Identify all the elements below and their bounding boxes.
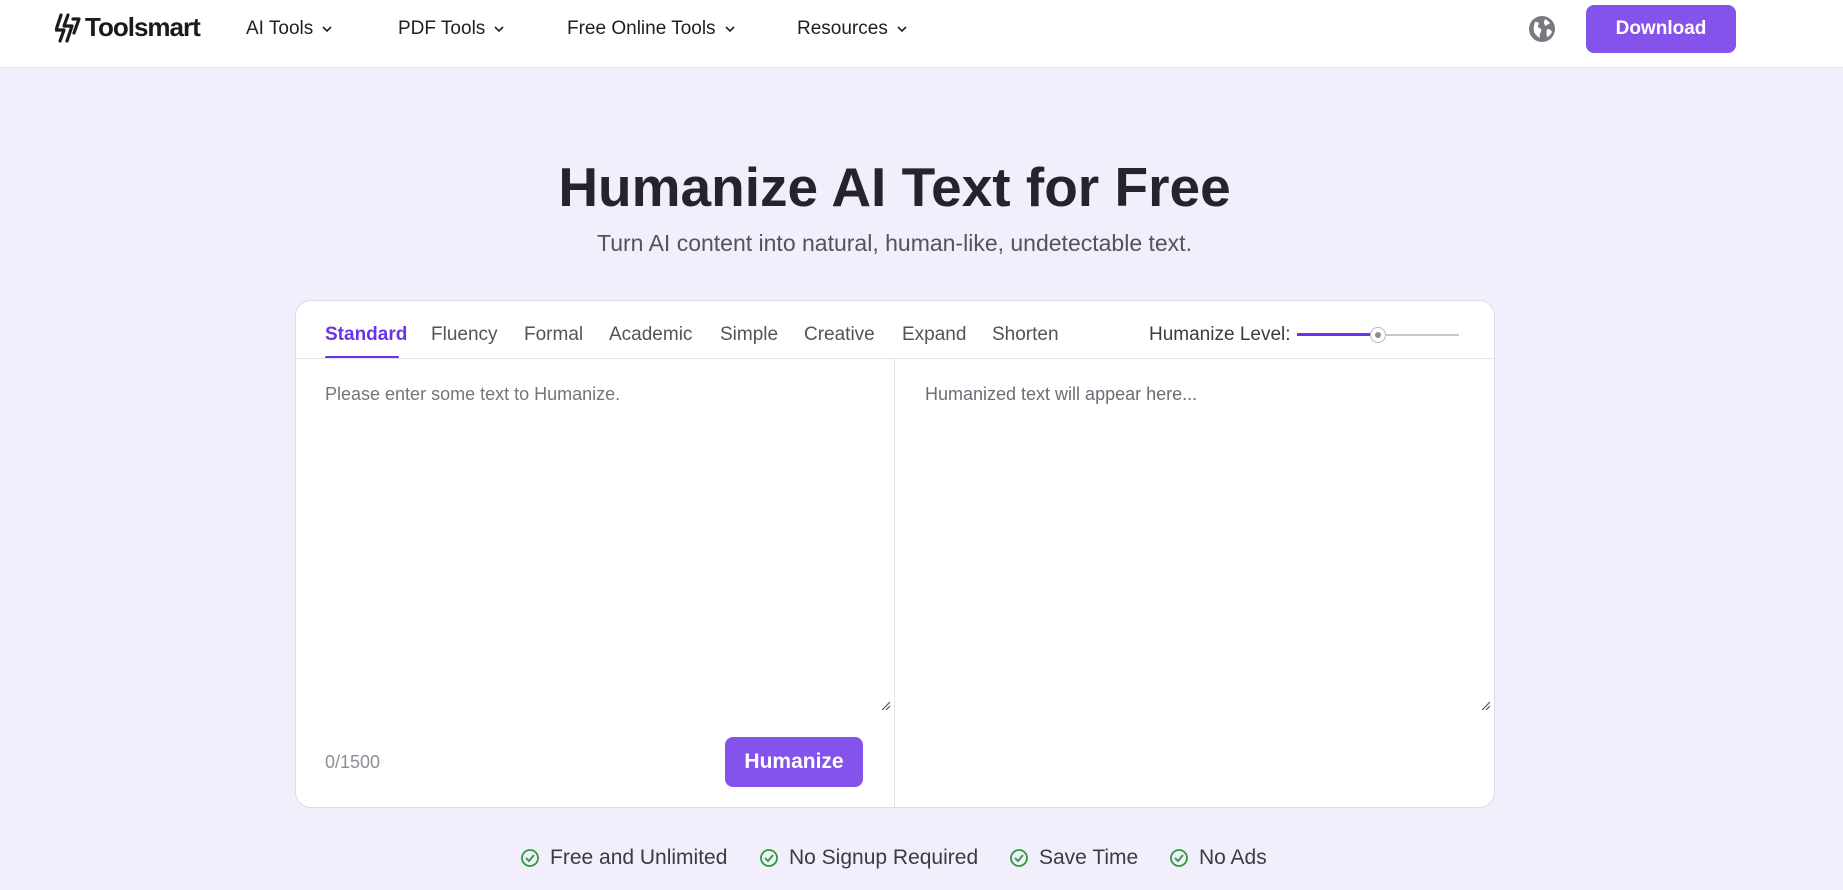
nav-label: PDF Tools bbox=[398, 18, 486, 39]
check-circle-icon bbox=[521, 849, 539, 867]
humanize-button[interactable]: Humanize bbox=[725, 737, 863, 787]
page-title: Humanize AI Text for Free bbox=[558, 156, 1231, 218]
check-circle-icon bbox=[1170, 849, 1188, 867]
tab-academic[interactable]: Academic bbox=[609, 324, 692, 346]
resize-grip-icon[interactable] bbox=[881, 701, 891, 711]
tab-formal[interactable]: Formal bbox=[524, 324, 583, 346]
tab-fluency[interactable]: Fluency bbox=[431, 324, 498, 346]
nav-free-online-tools[interactable]: Free Online Tools bbox=[567, 18, 736, 40]
chevron-down-icon bbox=[897, 26, 907, 33]
feature-label: Free and Unlimited bbox=[550, 846, 728, 869]
input-text-area[interactable] bbox=[325, 384, 885, 714]
humanize-level-fill bbox=[1297, 333, 1378, 336]
check-circle-icon bbox=[760, 849, 778, 867]
tab-standard[interactable]: Standard bbox=[325, 324, 407, 346]
chevron-down-icon bbox=[724, 26, 735, 33]
output-text-area: Humanized text will appear here... bbox=[925, 384, 1198, 404]
chevron-down-icon bbox=[494, 26, 504, 33]
humanize-level-label: Humanize Level: bbox=[1149, 324, 1291, 345]
logo[interactable]: Toolsmart bbox=[55, 12, 201, 43]
nav-pdf-tools[interactable]: PDF Tools bbox=[398, 18, 505, 40]
nav-resources[interactable]: Resources bbox=[797, 18, 908, 40]
feature-label: Save Time bbox=[1039, 846, 1139, 869]
feature-item: No Ads bbox=[1169, 846, 1267, 870]
toolsmart-logo-icon bbox=[55, 12, 81, 43]
feature-label: No Signup Required bbox=[789, 846, 979, 869]
check-circle-icon bbox=[1010, 849, 1028, 867]
download-button[interactable]: Download bbox=[1586, 5, 1736, 53]
card-divider bbox=[296, 358, 1494, 359]
feature-label: No Ads bbox=[1199, 846, 1267, 869]
panel-divider bbox=[894, 359, 895, 807]
tab-shorten[interactable]: Shorten bbox=[992, 324, 1059, 346]
top-header: Toolsmart AI Tools PDF Tools Free Online… bbox=[0, 0, 1843, 68]
feature-item: Free and Unlimited bbox=[520, 846, 727, 870]
nav-ai-tools[interactable]: AI Tools bbox=[246, 18, 333, 40]
feature-item: Save Time bbox=[1009, 846, 1138, 870]
tab-expand[interactable]: Expand bbox=[902, 324, 966, 346]
feature-item: No Signup Required bbox=[759, 846, 978, 870]
tab-creative[interactable]: Creative bbox=[804, 324, 875, 346]
nav-label: Free Online Tools bbox=[567, 18, 716, 39]
character-counter: 0/1500 bbox=[325, 752, 381, 772]
humanize-level-thumb[interactable] bbox=[1370, 327, 1386, 343]
page-subtitle: Turn AI content into natural, human-like… bbox=[597, 230, 1192, 256]
nav-label: Resources bbox=[797, 18, 888, 39]
logo-text: Toolsmart bbox=[85, 12, 201, 42]
chevron-down-icon bbox=[322, 26, 332, 33]
resize-grip-icon[interactable] bbox=[1481, 701, 1491, 711]
tab-simple[interactable]: Simple bbox=[720, 324, 778, 346]
globe-icon[interactable] bbox=[1527, 14, 1557, 44]
nav-label: AI Tools bbox=[246, 18, 314, 39]
